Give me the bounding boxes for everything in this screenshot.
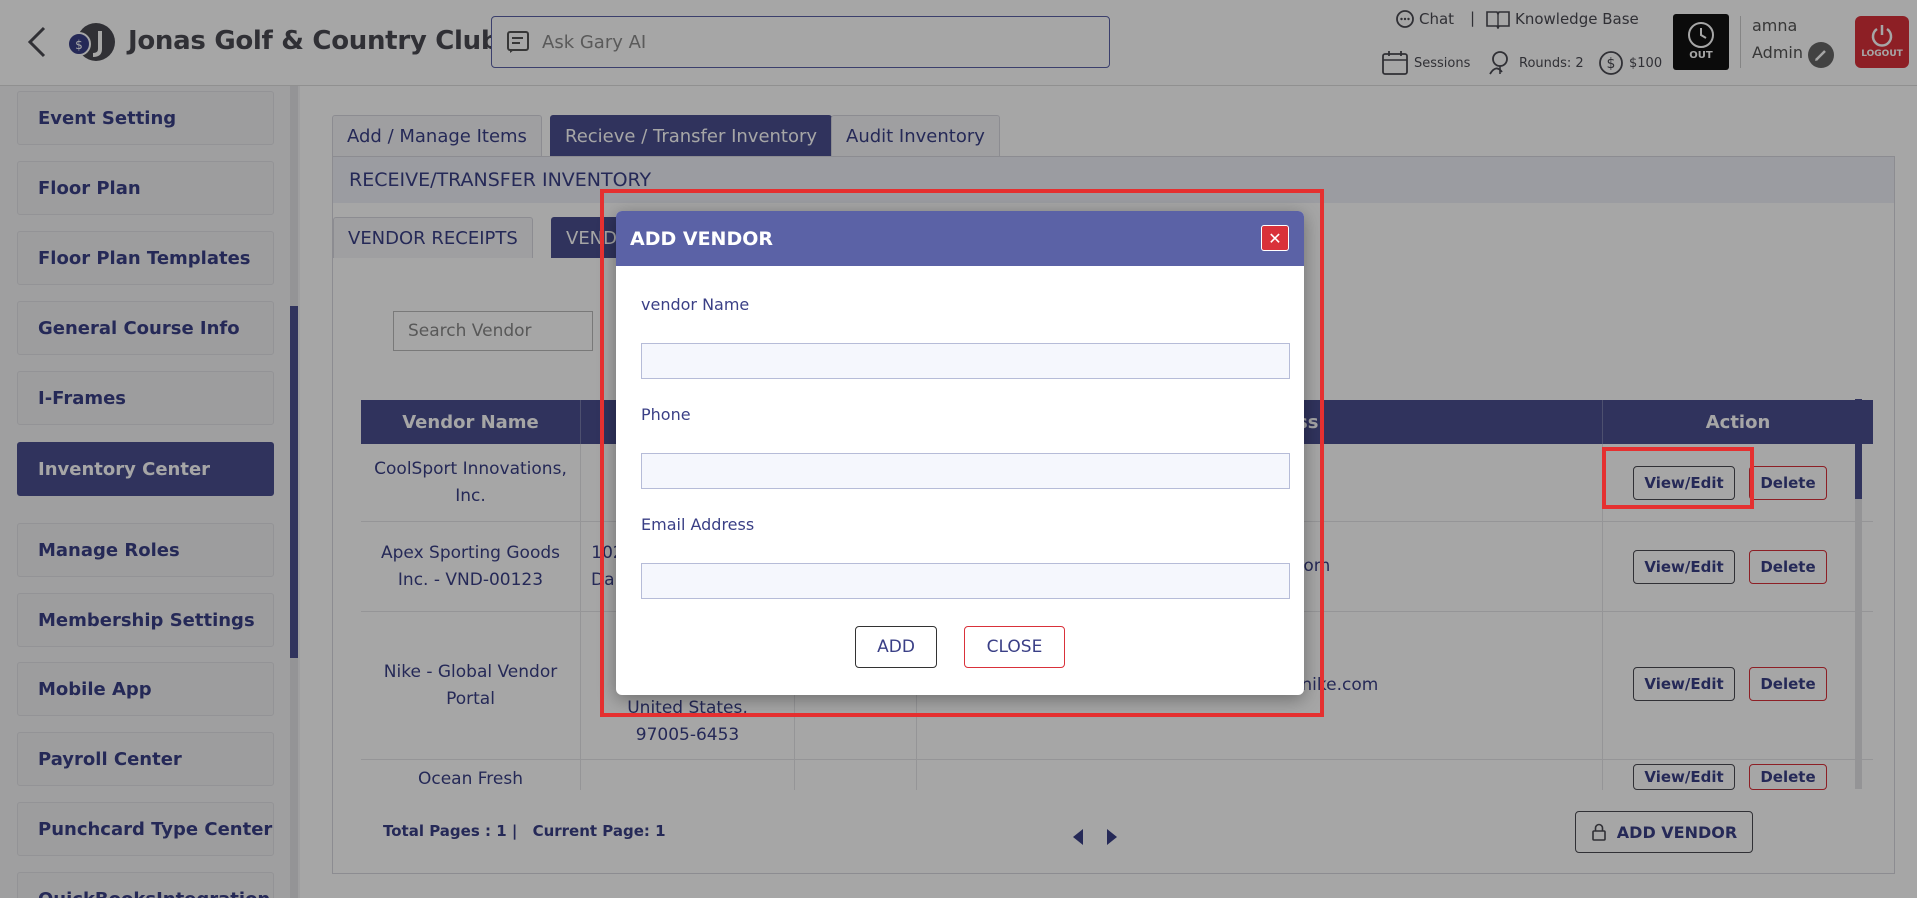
modal-title: ADD VENDOR (616, 211, 1304, 266)
phone-label: Phone (641, 405, 691, 424)
add-vendor-modal: ADD VENDOR ✕ vendor Name Phone Email Add… (616, 211, 1304, 695)
modal-backdrop-top (0, 0, 1917, 86)
add-button[interactable]: ADD (855, 626, 937, 668)
close-button[interactable]: CLOSE (964, 626, 1065, 668)
vendor-name-field[interactable] (641, 343, 1290, 379)
vendor-name-label: vendor Name (641, 295, 750, 314)
modal-close-icon[interactable]: ✕ (1261, 225, 1289, 251)
email-label: Email Address (641, 515, 755, 534)
phone-field[interactable] (641, 453, 1290, 489)
email-field[interactable] (641, 563, 1290, 599)
